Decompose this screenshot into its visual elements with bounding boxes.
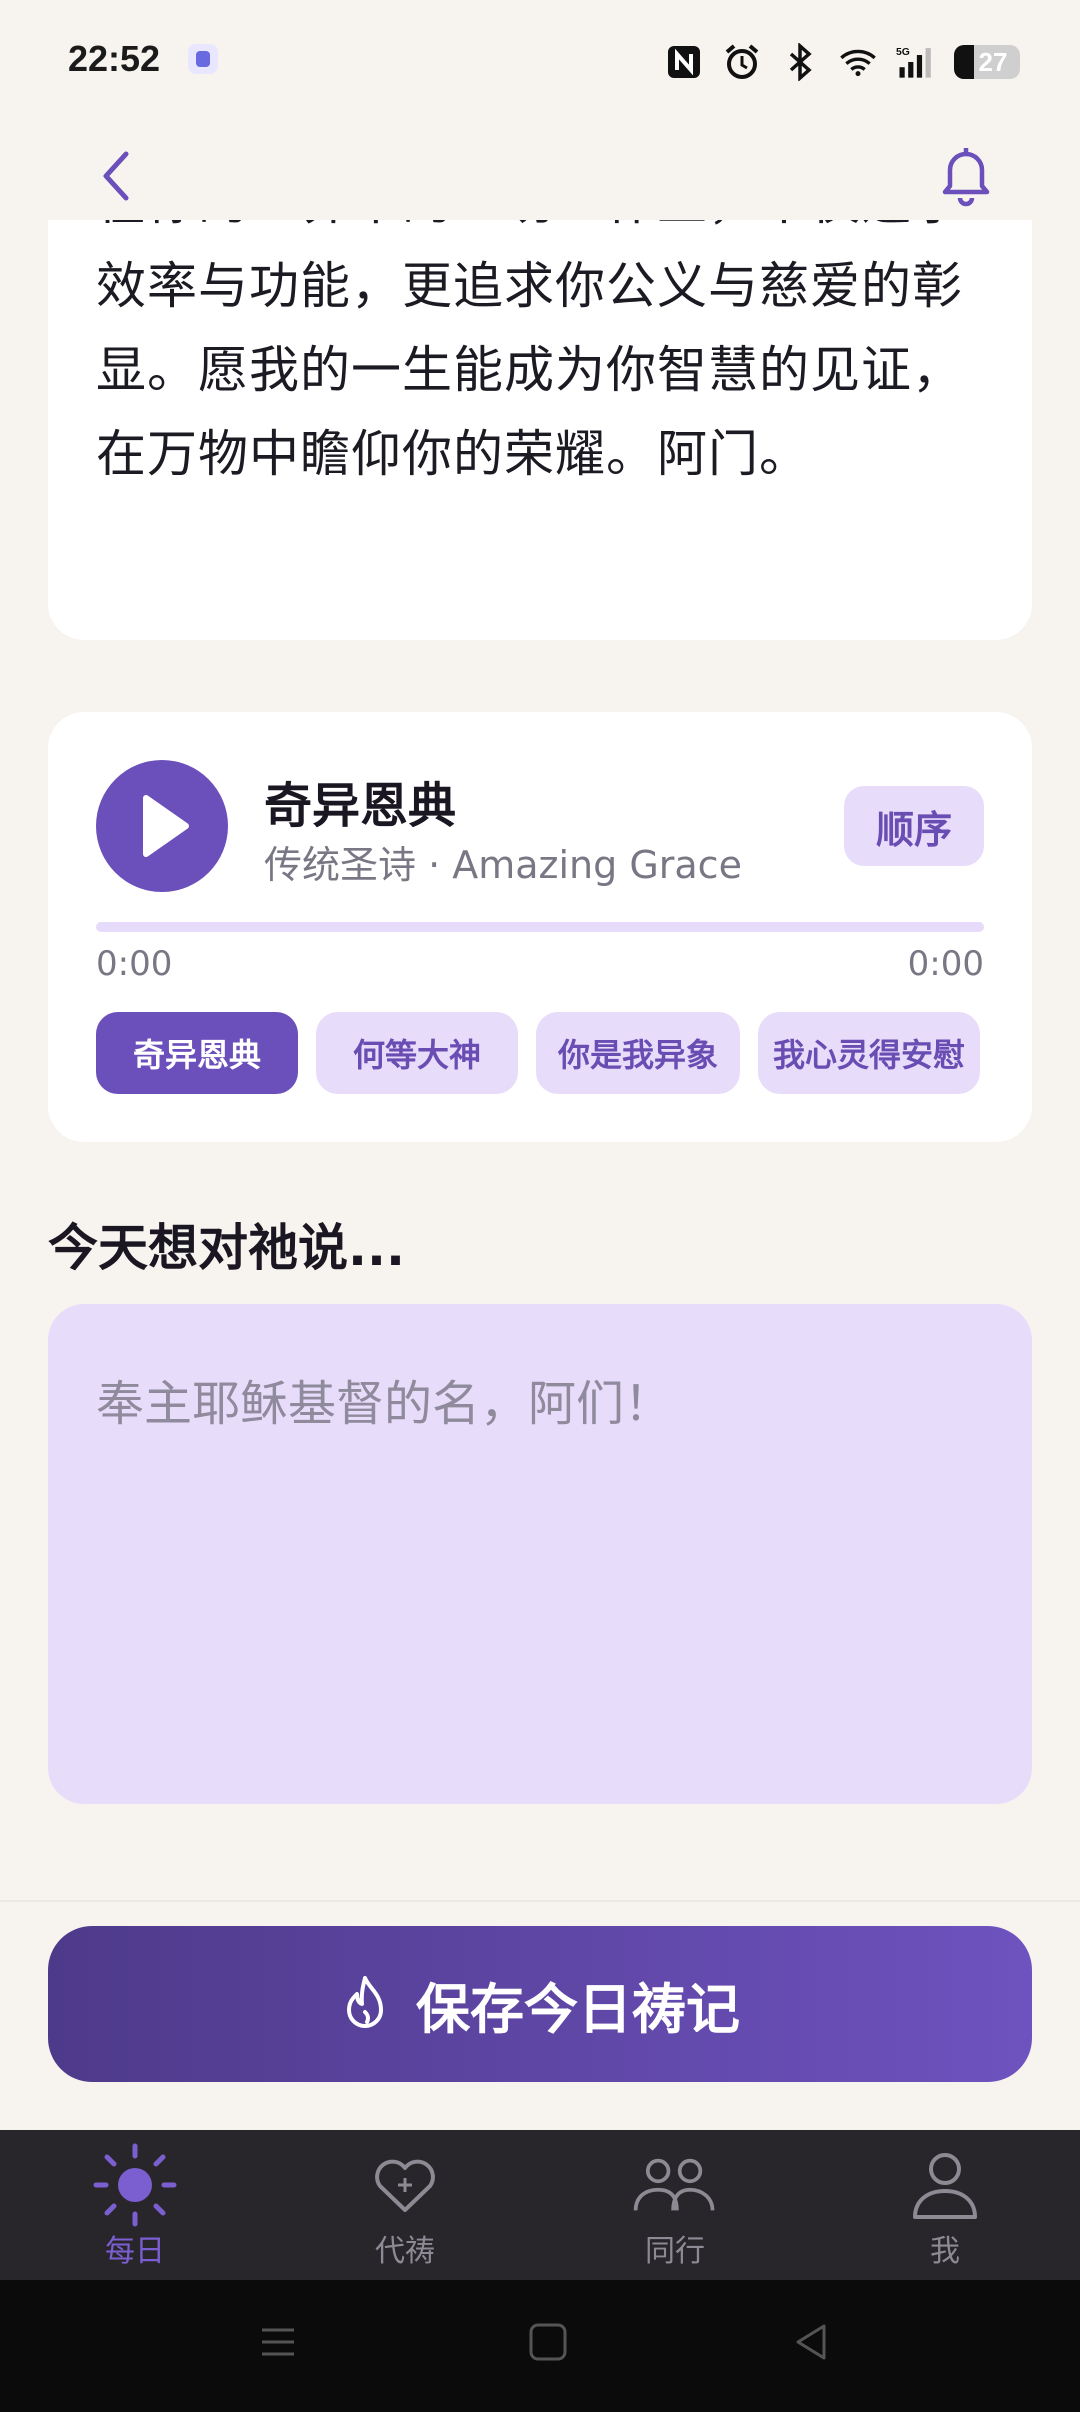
status-bar: 22:52 5G 27 [0,0,1080,120]
play-button[interactable] [96,760,228,892]
flame-icon [347,1976,383,2028]
back-button[interactable] [92,146,142,206]
bottom-tab-bar: 每日 代祷 同行 我 [0,2130,1080,2280]
person-icon [900,2144,990,2226]
battery-icon: 27 [954,45,1020,79]
prayer-card: 在你的世界中的一切工作上，不仅追求效率与功能，更追求你公义与慈爱的彰显。愿我的一… [48,220,1032,640]
tab-intercession[interactable]: 代祷 [270,2130,540,2280]
app-notification-icon [188,44,218,74]
cellular-signal-icon: 5G [896,42,936,82]
tab-me[interactable]: 我 [810,2130,1080,2280]
play-icon [143,795,189,857]
chevron-left-icon [103,151,129,201]
system-navigation-bar [0,2280,1080,2412]
tab-label: 同行 [645,2234,705,2269]
duration: 0:00 [907,944,984,984]
status-icons: 5G 27 [664,38,1020,86]
track-chip-2[interactable]: 何等大神 [316,1012,518,1094]
track-list: 奇异恩典 何等大神 你是我异象 我心灵得安慰 [96,1012,984,1094]
home-square-icon [529,2323,567,2361]
nfc-icon [664,42,704,82]
song-title: 奇异恩典 [264,778,457,834]
tab-label: 我 [930,2234,960,2269]
home-nav-button[interactable] [526,2320,570,2368]
tab-daily[interactable]: 每日 [0,2130,270,2280]
current-time: 0:00 [96,944,173,984]
journal-input[interactable] [48,1304,1032,1804]
notification-button[interactable] [936,142,996,208]
svg-text:5G: 5G [896,47,910,58]
tab-fellowship[interactable]: 同行 [540,2130,810,2280]
bell-icon [942,148,990,207]
back-triangle-icon [796,2324,826,2360]
tab-label: 代祷 [375,2234,435,2269]
menu-nav-button[interactable] [256,2320,300,2368]
heart-plus-icon [360,2144,450,2226]
progress-bar[interactable] [96,922,984,932]
back-nav-button[interactable] [790,2320,834,2368]
wifi-icon [838,42,878,82]
bluetooth-icon [780,42,820,82]
track-chip-4[interactable]: 我心灵得安慰 [758,1012,980,1094]
journal-title: 今天想对祂说... [48,1219,405,1277]
track-chip-3[interactable]: 你是我异象 [536,1012,740,1094]
people-icon [630,2144,720,2226]
alarm-icon [722,42,762,82]
save-journal-button[interactable]: 保存今日祷记 [48,1926,1032,2082]
play-mode-button[interactable]: 顺序 [844,786,984,866]
divider [0,1900,1080,1902]
tab-label: 每日 [105,2234,165,2269]
save-button-label: 保存今日祷记 [416,1977,740,2041]
track-chip-1[interactable]: 奇异恩典 [96,1012,298,1094]
hymn-player-card: 奇异恩典 传统圣诗 · Amazing Grace 顺序 0:00 0:00 奇… [48,712,1032,1142]
prayer-text: 在你的世界中的一切工作上，不仅追求效率与功能，更追求你公义与慈爱的彰显。愿我的一… [96,220,963,483]
sun-icon [90,2143,180,2227]
menu-icon [262,2328,294,2356]
status-time: 22:52 [68,38,161,79]
song-subtitle: 传统圣诗 · Amazing Grace [264,843,742,887]
